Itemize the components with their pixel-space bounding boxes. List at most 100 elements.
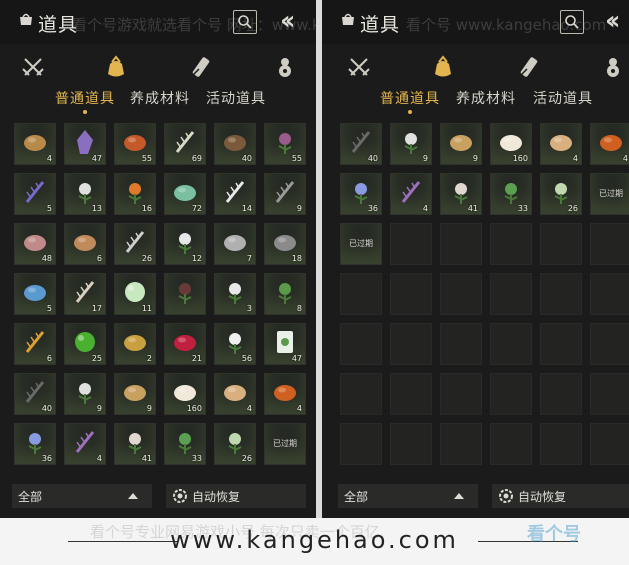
inventory-slot[interactable]: 12: [164, 223, 206, 265]
inventory-slot[interactable]: 40: [214, 123, 256, 165]
rice-bowl-icon: [174, 384, 196, 401]
search-button[interactable]: [233, 10, 257, 34]
dark-feather-icon: [351, 130, 371, 153]
item-count: 11: [141, 304, 152, 313]
inventory-slot[interactable]: 33: [490, 173, 532, 215]
inventory-slot[interactable]: 21: [164, 323, 206, 365]
tab-normal-items[interactable]: 普通道具: [55, 88, 115, 114]
inventory-slot[interactable]: 17: [64, 273, 106, 315]
inventory-slot[interactable]: 9: [114, 373, 156, 415]
filter-dropdown[interactable]: 全部: [338, 484, 478, 508]
crossed-swords-icon[interactable]: [20, 54, 46, 80]
inventory-slot[interactable]: 40: [340, 123, 382, 165]
green-egg-icon: [125, 281, 145, 302]
inventory-slot[interactable]: 69: [164, 123, 206, 165]
inventory-slot[interactable]: 9: [390, 123, 432, 165]
collapse-button[interactable]: ‹‹: [605, 6, 621, 36]
scroll-icon[interactable]: [516, 54, 542, 80]
inventory-slot[interactable]: [164, 273, 206, 315]
pouch-icon[interactable]: [103, 54, 129, 80]
tab-cultivation-materials[interactable]: 养成材料: [456, 88, 516, 108]
inventory-slot[interactable]: 4: [390, 173, 432, 215]
green-leaf-icon: [178, 432, 192, 454]
empty-slot: [490, 223, 532, 265]
empty-slot: [590, 223, 629, 265]
inventory-slot[interactable]: 11: [114, 273, 156, 315]
inventory-slot[interactable]: 14: [214, 173, 256, 215]
inventory-slot[interactable]: 已过期: [264, 423, 306, 465]
herb-bowl-icon: [224, 134, 246, 151]
inventory-slot[interactable]: 40: [14, 373, 56, 415]
inventory-slot[interactable]: 4: [264, 373, 306, 415]
auto-restore-button[interactable]: 自动恢复: [166, 484, 306, 508]
inventory-slot[interactable]: 36: [14, 423, 56, 465]
inventory-slot[interactable]: 7: [214, 223, 256, 265]
inventory-slot[interactable]: 4: [540, 123, 582, 165]
item-count: 4: [96, 454, 102, 463]
inventory-slot[interactable]: 26: [114, 223, 156, 265]
inventory-slot[interactable]: 5: [14, 173, 56, 215]
inventory-slot[interactable]: 25: [64, 323, 106, 365]
inventory-slot[interactable]: 9: [64, 373, 106, 415]
inventory-slot[interactable]: 已过期: [340, 223, 382, 265]
empty-slot: [590, 323, 629, 365]
red-berries-icon: [178, 282, 192, 304]
inventory-slot[interactable]: 9: [264, 173, 306, 215]
inventory-slot[interactable]: 47: [64, 123, 106, 165]
crossed-swords-icon[interactable]: [346, 54, 372, 80]
inventory-slot[interactable]: 4: [214, 373, 256, 415]
inventory-slot[interactable]: 已过期: [590, 173, 629, 215]
inventory-slot[interactable]: 160: [490, 123, 532, 165]
empty-slot: [540, 373, 582, 415]
inventory-slot[interactable]: 5: [14, 273, 56, 315]
gourd-icon[interactable]: [600, 54, 626, 80]
auto-restore-button[interactable]: 自动恢复: [492, 484, 629, 508]
inventory-slot[interactable]: 41: [114, 423, 156, 465]
inventory-slot[interactable]: 4: [64, 423, 106, 465]
inventory-slot[interactable]: 55: [264, 123, 306, 165]
tab-cultivation-materials[interactable]: 养成材料: [130, 88, 190, 108]
inventory-slot[interactable]: 4: [590, 123, 629, 165]
collapse-button[interactable]: ‹‹: [280, 6, 296, 36]
tab-event-items[interactable]: 活动道具: [533, 88, 593, 108]
inventory-slot[interactable]: 33: [164, 423, 206, 465]
item-count: 40: [41, 404, 52, 413]
inventory-slot[interactable]: 26: [214, 423, 256, 465]
inventory-slot[interactable]: 47: [264, 323, 306, 365]
inventory-slot[interactable]: 160: [164, 373, 206, 415]
inventory-slot[interactable]: 26: [540, 173, 582, 215]
inventory-slot[interactable]: 2: [114, 323, 156, 365]
inventory-slot[interactable]: 6: [14, 323, 56, 365]
inventory-slot[interactable]: 9: [440, 123, 482, 165]
inventory-slot[interactable]: 4: [14, 123, 56, 165]
search-button[interactable]: [560, 10, 584, 34]
gourd-icon[interactable]: [272, 54, 298, 80]
purple-flower-icon: [278, 132, 292, 154]
tab-normal-items[interactable]: 普通道具: [380, 88, 440, 114]
item-count: 33: [191, 454, 202, 463]
inventory-slot[interactable]: 72: [164, 173, 206, 215]
footer-banner: 看个号专业网易游戏小号 每次只卖一个百亿 www.kangehao.com 看个…: [0, 518, 629, 565]
inventory-slot[interactable]: 18: [264, 223, 306, 265]
inventory-slot[interactable]: 36: [340, 173, 382, 215]
auto-restore-label: 自动恢复: [192, 490, 241, 504]
inventory-slot[interactable]: 6: [64, 223, 106, 265]
inventory-slot[interactable]: 8: [264, 273, 306, 315]
purple-spike-icon: [401, 180, 421, 203]
inventory-slot[interactable]: 16: [114, 173, 156, 215]
inventory-slot[interactable]: 13: [64, 173, 106, 215]
inventory-slot[interactable]: 3: [214, 273, 256, 315]
filter-dropdown[interactable]: 全部: [12, 484, 152, 508]
inventory-slot[interactable]: 48: [14, 223, 56, 265]
empty-slot: [440, 423, 482, 465]
active-dot: [408, 110, 412, 114]
inventory-slot[interactable]: 55: [114, 123, 156, 165]
orange-flower-icon: [128, 182, 142, 204]
caret-up-icon: [128, 493, 138, 499]
inventory-slot[interactable]: 41: [440, 173, 482, 215]
rice-bowl-icon: [500, 134, 522, 151]
tab-event-items[interactable]: 活动道具: [206, 88, 266, 108]
inventory-slot[interactable]: 56: [214, 323, 256, 365]
pouch-icon[interactable]: [430, 54, 456, 80]
scroll-icon[interactable]: [188, 54, 214, 80]
